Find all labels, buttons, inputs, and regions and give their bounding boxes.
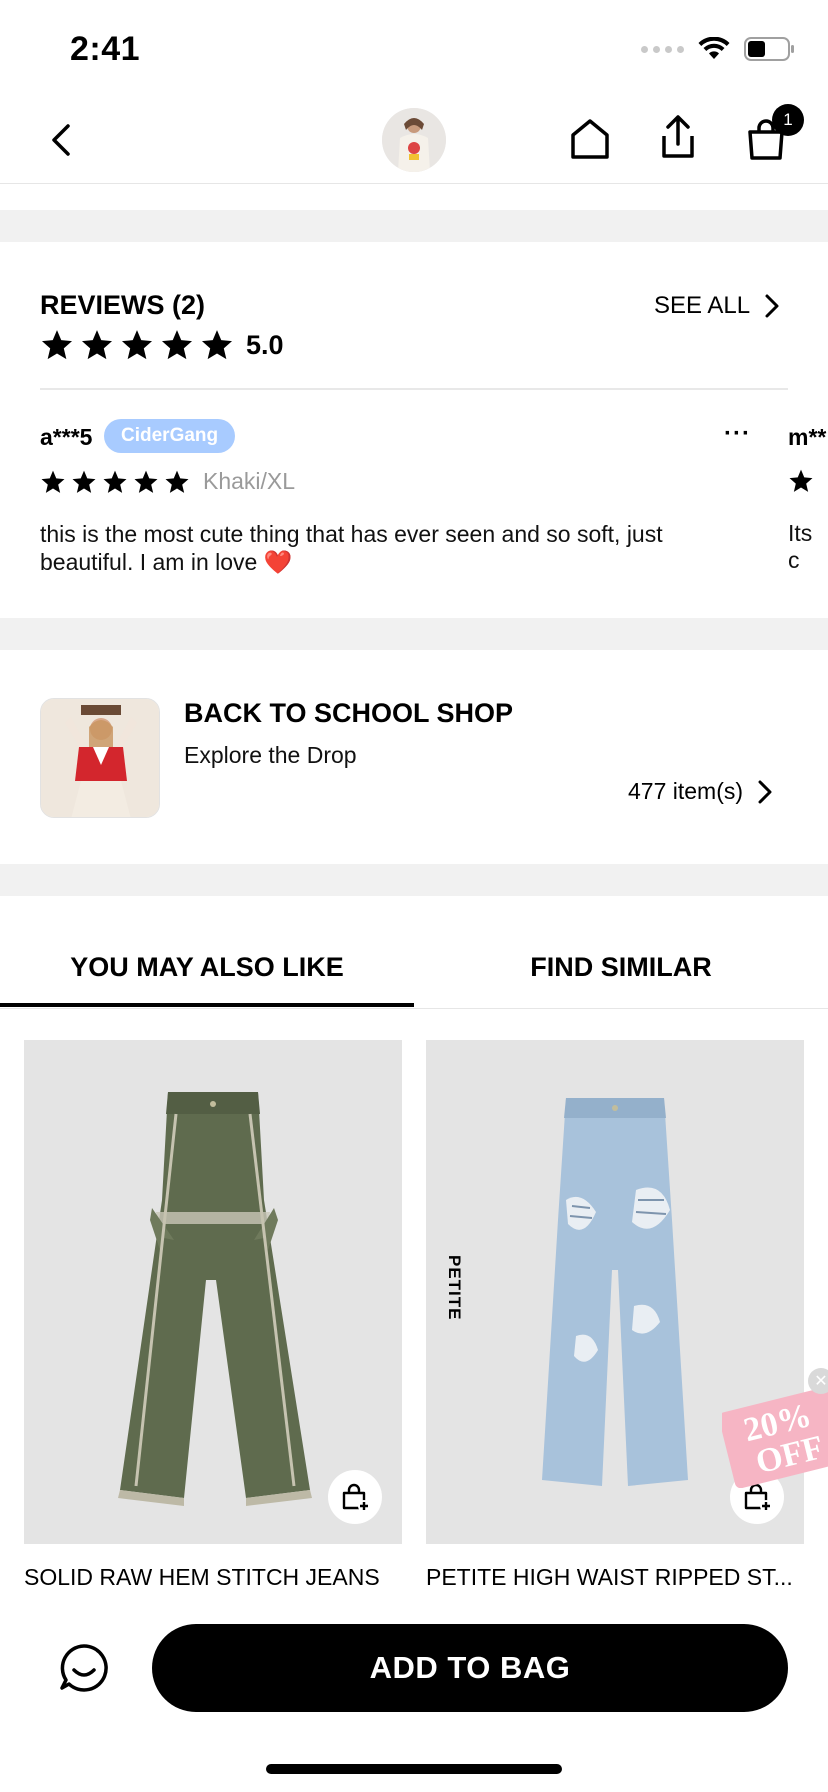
- collection-title: BACK TO SCHOOL SHOP: [184, 698, 514, 728]
- section-divider: [0, 618, 828, 650]
- section-divider: [0, 864, 828, 896]
- divider: [40, 388, 788, 390]
- battery-icon: [744, 37, 794, 61]
- star-icon: [41, 470, 65, 493]
- collection-thumbnail-image: [41, 699, 159, 817]
- product-image[interactable]: [24, 1040, 402, 1544]
- star-icon: [789, 469, 813, 492]
- discount-promo-sticker[interactable]: 20% OFF: [718, 1378, 828, 1489]
- wifi-icon: [698, 37, 730, 59]
- collection-subtitle: Explore the Drop: [184, 742, 357, 768]
- green-jeans-image: [24, 1040, 402, 1544]
- star-icon: [72, 470, 96, 493]
- product-card[interactable]: PETITE PETITE HIGH WAIST RIPPED ST...: [426, 1040, 804, 1591]
- tab-you-may-also-like[interactable]: YOU MAY ALSO LIKE: [0, 952, 414, 983]
- collection-items-link[interactable]: 477 item(s): [628, 778, 773, 805]
- product-name: PETITE HIGH WAIST RIPPED ST...: [426, 1564, 793, 1590]
- close-icon[interactable]: ✕: [808, 1368, 828, 1394]
- status-icons: [641, 36, 796, 62]
- chat-icon[interactable]: [58, 1642, 110, 1694]
- tab-divider: [0, 1008, 828, 1009]
- nav-bar: [0, 96, 828, 184]
- discount-ticket-icon: 20% OFF: [718, 1386, 828, 1489]
- cart-count-badge: 1: [772, 104, 804, 136]
- cellular-signal-icon: [641, 45, 684, 53]
- star-icon: [41, 330, 73, 360]
- product-thumbnail-image: [382, 108, 446, 172]
- reviewer-name: a***5: [40, 424, 93, 450]
- review-variant: Khaki/XL: [203, 468, 296, 494]
- star-icon: [161, 330, 193, 360]
- collection-thumbnail[interactable]: [40, 698, 160, 818]
- home-icon[interactable]: [568, 116, 612, 162]
- see-all-reviews-link[interactable]: SEE ALL: [654, 292, 780, 320]
- product-card[interactable]: SOLID RAW HEM STITCH JEANS: [24, 1040, 402, 1591]
- review-rating: Khaki/XL: [40, 468, 295, 495]
- product-name: SOLID RAW HEM STITCH JEANS: [24, 1564, 380, 1590]
- add-to-bag-button[interactable]: ADD TO BAG: [152, 1624, 788, 1712]
- active-tab-indicator: [0, 1003, 414, 1007]
- star-icon: [81, 330, 113, 360]
- chevron-right-icon: [765, 294, 779, 318]
- star-icon: [103, 470, 127, 493]
- star-icon: [134, 470, 158, 493]
- review-text: Its c: [788, 520, 813, 573]
- share-icon[interactable]: [656, 112, 700, 162]
- section-divider: [0, 210, 828, 242]
- status-bar: 2:41: [0, 0, 828, 96]
- product-thumbnail[interactable]: [382, 108, 446, 172]
- quick-add-button[interactable]: [328, 1470, 382, 1524]
- star-icon: [201, 330, 233, 360]
- review-text: this is the most cute thing that has eve…: [40, 521, 663, 575]
- chevron-right-icon: [758, 780, 772, 803]
- see-all-label: SEE ALL: [654, 292, 751, 319]
- star-icon: [121, 330, 153, 360]
- home-indicator: [266, 1764, 562, 1774]
- more-options-icon[interactable]: ···: [724, 420, 751, 448]
- overall-rating: 5.0: [40, 328, 284, 362]
- reviews-title: REVIEWS (2): [40, 290, 206, 320]
- petite-tag: PETITE: [445, 1255, 464, 1321]
- member-badge: CiderGang: [104, 419, 236, 453]
- tab-find-similar[interactable]: FIND SIMILAR: [414, 952, 828, 983]
- reviewer-name: m**: [788, 424, 827, 450]
- back-icon[interactable]: [40, 118, 84, 162]
- rating-value: 5.0: [246, 329, 284, 360]
- add-to-bag-icon: [342, 1483, 370, 1512]
- star-icon: [165, 470, 189, 493]
- collection-count: 477 item(s): [628, 778, 744, 804]
- status-time: 2:41: [70, 30, 141, 68]
